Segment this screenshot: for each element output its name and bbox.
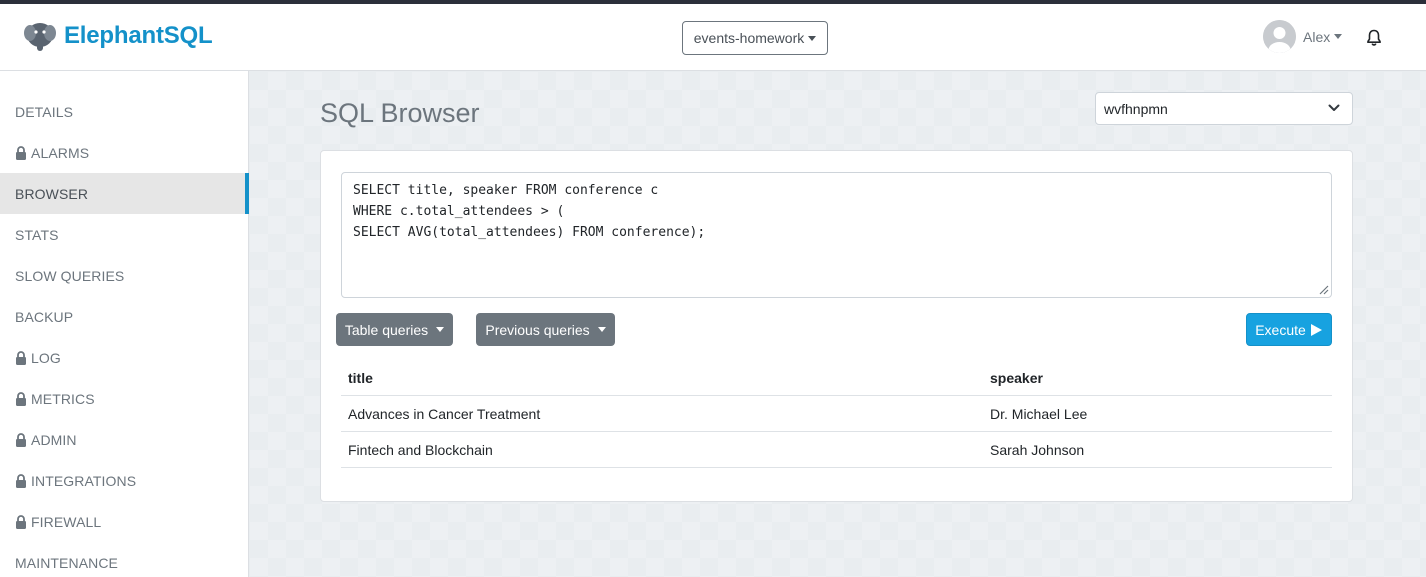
sidebar-item-backup[interactable]: BACKUP [0,296,249,337]
table-queries-label: Table queries [344,321,429,338]
sidebar-item-integrations[interactable]: INTEGRATIONS [0,460,249,501]
database-label: wvfhnpmn [1104,100,1168,117]
lock-icon [16,432,26,447]
sidebar-item-log[interactable]: LOG [0,337,249,378]
lock-icon [16,350,26,365]
execute-button[interactable]: Execute [1246,313,1332,346]
sidebar-item-label: STATS [15,226,59,243]
elephant-logo-icon [24,23,56,51]
column-header-title: title [348,370,373,386]
sidebar-item-firewall[interactable]: FIREWALL [0,501,249,542]
sidebar-item-label: BACKUP [15,308,74,325]
sidebar-item-label: METRICS [31,390,95,407]
sidebar: DETAILS ALARMS BROWSER STATS SLOW QUERIES BAC… [0,71,249,577]
table-cell: Sarah Johnson [990,442,1085,458]
caret-down-icon [597,327,606,332]
sidebar-item-slow-queries[interactable]: SLOW QUERIES [0,255,249,296]
results-table: title speaker Advances in Cancer Treatment… [341,360,1332,468]
avatar-icon [1263,20,1296,53]
play-icon [1310,323,1322,336]
execute-label: Execute [1255,321,1306,338]
brand-name: ElephantSQL [64,22,213,49]
sidebar-item-label: FIREWALL [31,513,102,530]
sidebar-item-label: MAINTENANCE [15,554,118,571]
brand[interactable]: ElephantSQL [22,18,213,54]
table-queries-button[interactable]: Table queries [336,313,453,346]
caret-down-icon [1334,34,1343,39]
lock-icon [16,391,26,406]
top-navbar: ElephantSQL events-homework Alex [0,4,1426,71]
user-menu[interactable]: Alex [1263,20,1343,53]
page-title: SQL Browser [320,98,480,128]
sidebar-item-stats[interactable]: STATS [0,214,249,255]
sidebar-item-label: LOG [31,349,61,366]
database-select[interactable]: wvfhnpmn [1095,92,1353,125]
sidebar-item-alarms[interactable]: ALARMS [0,132,249,173]
sidebar-item-label: SLOW QUERIES [15,267,125,284]
table-cell: Dr. Michael Lee [990,406,1088,422]
previous-queries-button[interactable]: Previous queries [476,313,615,346]
lock-icon [16,145,26,160]
sidebar-item-label: INTEGRATIONS [31,472,137,489]
caret-down-icon [808,35,817,41]
user-name: Alex [1303,28,1331,45]
sidebar-item-admin[interactable]: ADMIN [0,419,249,460]
previous-queries-label: Previous queries [485,321,590,338]
column-header-speaker: speaker [990,370,1043,386]
sidebar-item-maintenance[interactable]: MAINTENANCE [0,542,249,577]
instance-label: events-homework [693,30,805,46]
chevron-down-icon [1328,104,1340,111]
bell-icon[interactable] [1366,29,1382,47]
table-row: Advances in Cancer Treatment Dr. Michael … [341,396,1332,432]
lock-icon [16,473,26,488]
sidebar-item-label: BROWSER [15,185,89,202]
sidebar-item-metrics[interactable]: METRICS [0,378,249,419]
sidebar-item-details[interactable]: DETAILS [0,91,249,132]
table-row: Fintech and Blockchain Sarah Johnson [341,432,1332,468]
lock-icon [16,514,26,529]
sidebar-item-label: ALARMS [31,144,90,161]
sql-editor[interactable]: SELECT title, speaker FROM conference c … [341,172,1332,298]
instance-dropdown[interactable]: events-homework [682,21,828,55]
table-cell: Fintech and Blockchain [348,442,493,458]
table-cell: Advances in Cancer Treatment [348,406,541,422]
sidebar-item-label: DETAILS [15,103,74,120]
table-header-row: title speaker [341,360,1332,396]
caret-down-icon [436,327,445,332]
sidebar-item-label: ADMIN [31,431,77,448]
sidebar-item-browser[interactable]: BROWSER [0,173,249,214]
resize-grip-icon[interactable] [1317,283,1329,295]
